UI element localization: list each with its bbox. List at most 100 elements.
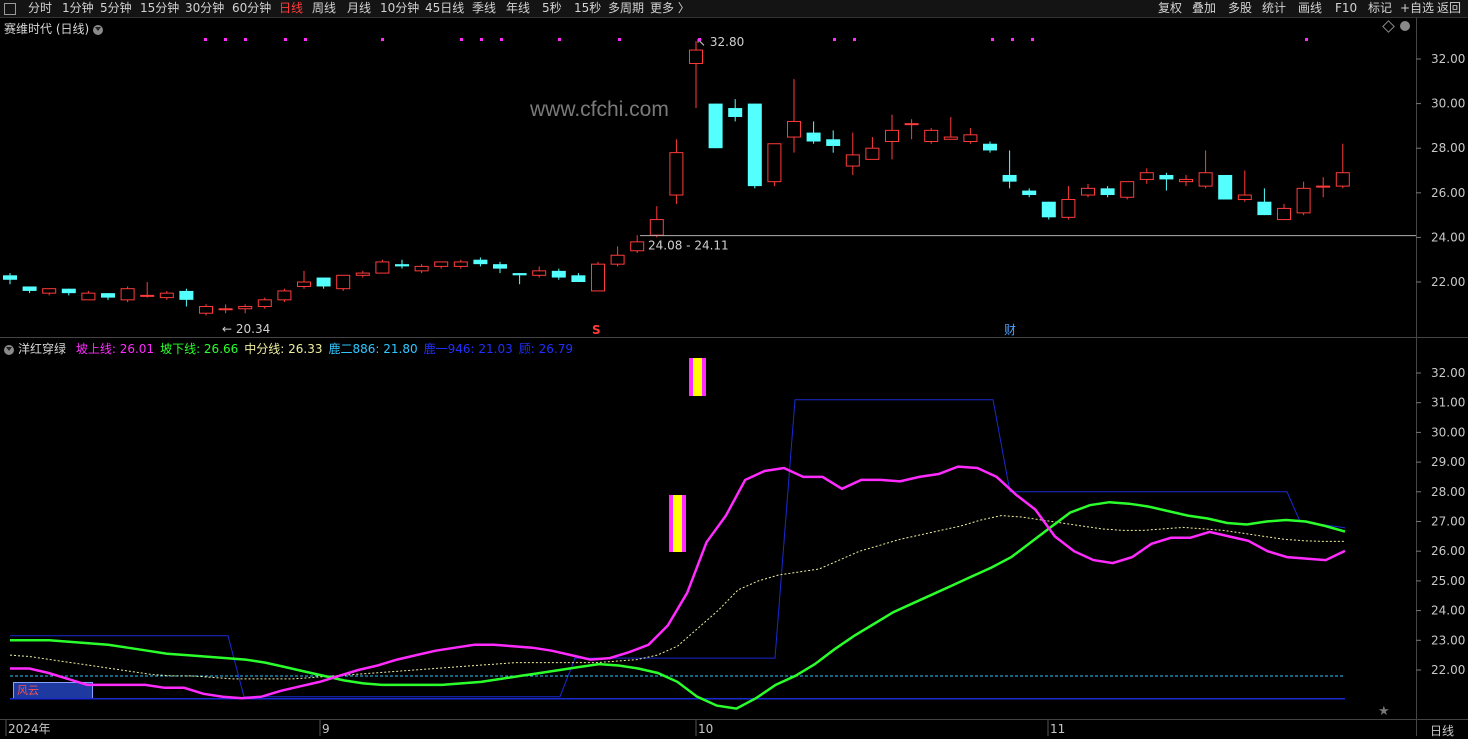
signal-dot [224,38,227,41]
candle-body [826,139,841,146]
signal-dot [500,38,503,41]
indicator-label: 25.00 [1431,574,1465,588]
signal-dot [833,38,836,41]
candle-body [81,292,96,301]
signal-bar-inner [673,495,682,552]
candle-body [669,152,684,196]
candle-body [277,290,292,301]
candle-body [1022,190,1037,196]
candle-body [983,143,997,151]
candle-body [218,308,233,311]
candle-body [787,120,801,138]
signal-dot [1031,38,1034,41]
candle-body [689,49,703,64]
indicator-label: 31.00 [1431,396,1465,410]
candle-body [630,241,645,252]
candle-body [551,270,566,278]
candle-body [1198,172,1213,187]
chart-canvas[interactable]: 32.00 30.00 28.00 26.00 24.00 22.00 32.00 31.00… [0,0,1468,736]
candle-body [885,129,899,143]
candle-body [1061,198,1076,218]
signal-dot [698,38,701,41]
signal-dot [1305,38,1308,41]
candle-body [159,292,174,299]
indicator-label: 27.00 [1431,515,1465,529]
candle-body [747,103,762,187]
signal-dot [244,38,247,41]
price-label: 24.00 [1431,230,1465,244]
candle-body [1081,187,1095,196]
indicator-label: 24.00 [1431,604,1465,618]
candle-body [3,275,17,280]
candle-body [179,290,194,300]
price-label: 22.00 [1431,275,1465,289]
candle-body [1277,207,1291,221]
candle-body [434,261,449,267]
candle-body [924,129,939,143]
cai-mark: 财 [1004,323,1016,337]
candle-body [1257,201,1272,216]
candle-body [473,259,488,265]
candle-body [453,261,468,267]
candle-body [943,136,958,140]
signal-dot [460,38,463,41]
candle-body [1002,174,1017,182]
candle-body [767,143,782,183]
date-label: 2024年 [8,722,51,736]
candle-body [904,123,919,126]
candle-body [22,286,37,291]
indicator-label: 29.00 [1431,455,1465,469]
candle-body [728,108,743,117]
candle-body [1296,187,1311,214]
signal-dot [991,38,994,41]
price-label: 28.00 [1431,141,1465,155]
candle-body [257,299,272,308]
candle-body [963,134,978,143]
candle-body [297,281,311,287]
candle-body [1120,181,1135,198]
high-annotation: ↖ 32.80 [696,35,744,49]
indicator-label: 26.00 [1431,544,1465,558]
candle-body [845,154,860,167]
indicator-label: 23.00 [1431,633,1465,647]
candle-body [61,288,76,294]
candle-body [375,261,390,274]
candle-body [1179,178,1193,183]
candle-body [571,275,586,282]
candle-body [336,274,351,290]
price-label: 32.00 [1431,52,1465,66]
candle-body [140,294,155,297]
signal-bar-inner [693,358,702,396]
signal-dot [304,38,307,41]
indicator-label: 28.00 [1431,485,1465,499]
candle-body [806,132,821,142]
candle-body [42,288,57,294]
s-mark: S [592,323,601,337]
indicator-label: 32.00 [1431,366,1465,380]
candle-body [120,288,135,301]
candle-body [512,273,527,276]
candle-body [1218,174,1233,200]
candle-body [591,263,605,292]
candle-body [532,270,547,276]
candle-body [414,265,429,272]
candle-body [1041,201,1056,218]
signal-dot [480,38,483,41]
signal-dot [558,38,561,41]
candle-body [355,272,370,276]
low-annotation: ← 20.34 [222,322,270,336]
date-label: 10 [698,722,713,736]
candle-body [238,306,253,310]
signal-dot [284,38,287,41]
price-label: 26.00 [1431,186,1465,200]
candle-body [1159,174,1174,180]
candle-body [493,264,507,269]
candle-body [708,103,723,149]
candle-body [1100,188,1115,196]
candle-body [199,306,213,314]
candle-body [101,293,115,298]
candle-body [1237,194,1252,200]
candle-body [395,264,409,267]
signal-dot [853,38,856,41]
signal-dot [618,38,621,41]
